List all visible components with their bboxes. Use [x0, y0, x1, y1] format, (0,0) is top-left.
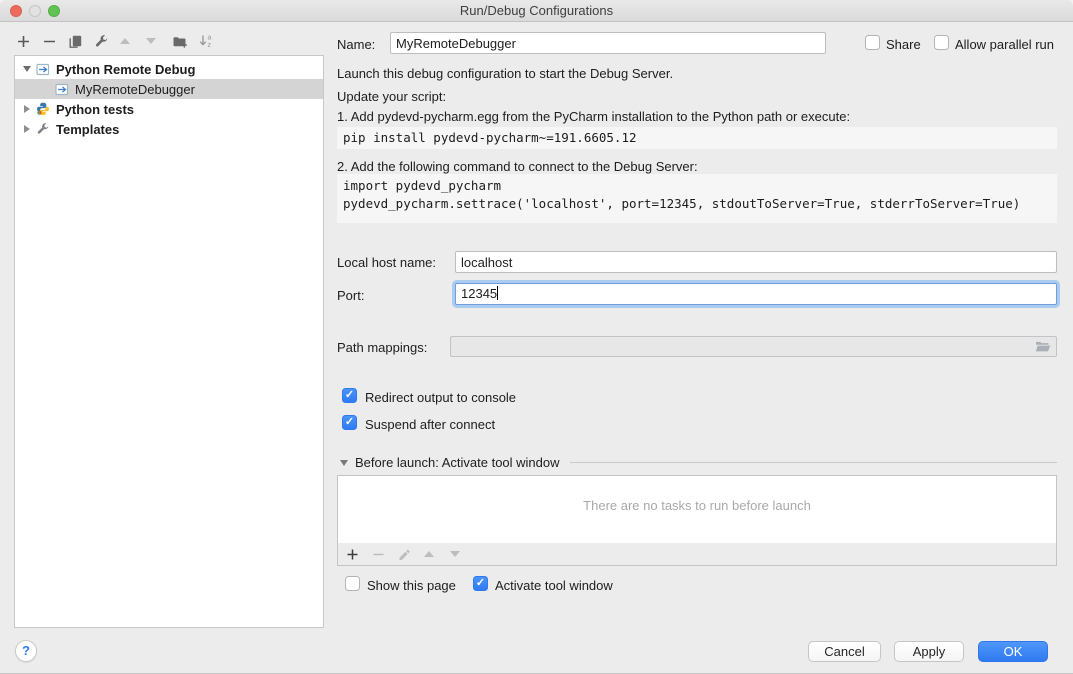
step2-text: 2. Add the following command to connect … [337, 159, 698, 174]
name-label: Name: [337, 37, 375, 52]
task-list-toolbar [337, 543, 1057, 566]
show-this-page-checkbox[interactable] [345, 576, 360, 591]
name-input[interactable] [390, 32, 826, 54]
copy-configuration-icon[interactable] [68, 30, 94, 52]
tree-item-label: MyRemoteDebugger [75, 82, 195, 97]
section-divider [570, 462, 1057, 463]
python-tests-icon [36, 102, 51, 117]
minimize-window-button[interactable] [29, 5, 41, 17]
new-folder-icon[interactable] [172, 30, 198, 52]
remove-task-icon[interactable] [372, 544, 398, 564]
share-label: Share [886, 37, 921, 52]
port-label: Port: [337, 288, 364, 303]
activate-tool-window-label: Activate tool window [495, 578, 613, 593]
before-launch-title: Before launch: Activate tool window [355, 455, 560, 470]
show-this-page-label: Show this page [367, 578, 456, 593]
settrace-code: import pydevd_pycharm pydevd_pycharm.set… [337, 174, 1057, 223]
before-launch-header[interactable]: Before launch: Activate tool window [340, 455, 1057, 470]
step1-text: 1. Add pydevd-pycharm.egg from the PyCha… [337, 109, 850, 124]
code-settrace-line: pydevd_pycharm.settrace('localhost', por… [343, 195, 1051, 213]
redirect-output-checkbox[interactable] [342, 388, 357, 403]
move-task-down-icon[interactable] [450, 544, 476, 564]
edit-templates-icon[interactable] [94, 30, 120, 52]
expand-collapse-icon[interactable] [21, 105, 33, 113]
svg-text:z: z [208, 42, 212, 49]
pip-install-code: pip install pydevd-pycharm~=191.6605.12 [337, 127, 1057, 149]
edit-task-icon[interactable] [398, 544, 424, 564]
browse-folder-icon[interactable] [1035, 340, 1051, 356]
text-caret [497, 286, 498, 300]
tree-item-python-tests[interactable]: Python tests [15, 99, 323, 119]
zoom-window-button[interactable] [48, 5, 60, 17]
remote-debug-config-icon [55, 82, 70, 97]
tree-item-label: Templates [56, 122, 119, 137]
share-checkbox[interactable] [865, 35, 880, 50]
configurations-tree: Python Remote Debug MyRemoteDebugger Pyt… [14, 55, 324, 628]
configurations-toolbar: az [16, 30, 224, 52]
add-configuration-icon[interactable] [16, 30, 42, 52]
ok-button[interactable]: OK [978, 641, 1048, 662]
run-debug-configurations-dialog: Run/Debug Configurations az [0, 0, 1073, 674]
cancel-button[interactable]: Cancel [808, 641, 881, 662]
empty-task-message: There are no tasks to run before launch [338, 498, 1056, 513]
expand-collapse-icon[interactable] [21, 66, 33, 72]
window-title: Run/Debug Configurations [0, 0, 1073, 21]
before-launch-task-list: There are no tasks to run before launch [337, 475, 1057, 544]
tree-item-templates[interactable]: Templates [15, 119, 323, 139]
tree-item-label: Python tests [56, 102, 134, 117]
close-window-button[interactable] [10, 5, 22, 17]
tree-item-label: Python Remote Debug [56, 62, 195, 77]
redirect-output-label: Redirect output to console [365, 390, 516, 405]
tree-item-python-remote-debug[interactable]: Python Remote Debug [15, 59, 323, 79]
path-mappings-input[interactable] [450, 336, 1057, 357]
intro-text: Launch this debug configuration to start… [337, 66, 673, 81]
question-mark-icon: ? [22, 643, 30, 658]
help-button[interactable]: ? [15, 640, 37, 662]
move-down-icon[interactable] [146, 30, 172, 52]
suspend-after-connect-label: Suspend after connect [365, 417, 495, 432]
tree-item-myremotedebugger[interactable]: MyRemoteDebugger [15, 79, 323, 99]
sort-alphabetically-icon[interactable]: az [198, 30, 224, 52]
activate-tool-window-checkbox[interactable] [473, 576, 488, 591]
apply-button[interactable]: Apply [894, 641, 964, 662]
path-mappings-label: Path mappings: [337, 340, 427, 355]
remove-configuration-icon[interactable] [42, 30, 68, 52]
port-input[interactable]: 12345 [455, 283, 1057, 305]
port-value: 12345 [461, 286, 497, 301]
collapse-section-icon[interactable] [340, 460, 348, 466]
move-up-icon[interactable] [120, 30, 146, 52]
titlebar: Run/Debug Configurations [0, 0, 1073, 22]
allow-parallel-run-label: Allow parallel run [955, 37, 1054, 52]
local-host-input[interactable] [455, 251, 1057, 273]
allow-parallel-run-checkbox[interactable] [934, 35, 949, 50]
move-task-up-icon[interactable] [424, 544, 450, 564]
wrench-icon [36, 122, 51, 137]
suspend-after-connect-checkbox[interactable] [342, 415, 357, 430]
add-task-icon[interactable] [346, 544, 372, 564]
svg-text:a: a [208, 35, 212, 42]
code-import-line: import pydevd_pycharm [343, 177, 1051, 195]
local-host-label: Local host name: [337, 255, 436, 270]
update-script-text: Update your script: [337, 89, 446, 104]
remote-debug-config-icon [36, 62, 51, 77]
expand-collapse-icon[interactable] [21, 125, 33, 133]
